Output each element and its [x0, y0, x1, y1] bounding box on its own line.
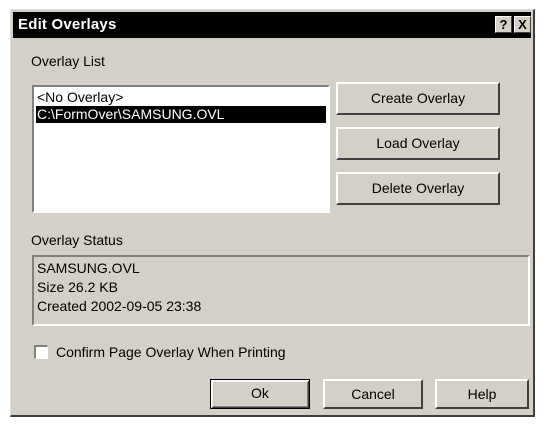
status-created: Created 2002-09-05 23:38 [37, 298, 202, 314]
overlay-status-box: SAMSUNG.OVL Size 26.2 KB Created 2002-09… [32, 255, 530, 326]
overlay-list-label: Overlay List [31, 53, 105, 69]
list-item-selected[interactable]: C:\FormOver\SAMSUNG.OVL [36, 106, 326, 123]
confirm-overlay-checkbox[interactable] [34, 345, 48, 359]
status-size: Size 26.2 KB [37, 279, 118, 295]
overlay-status-label: Overlay Status [31, 232, 123, 248]
cancel-button[interactable]: Cancel [323, 379, 423, 409]
create-overlay-button[interactable]: Create Overlay [336, 82, 500, 115]
load-overlay-button[interactable]: Load Overlay [336, 127, 500, 160]
overlay-listbox[interactable]: <No Overlay> C:\FormOver\SAMSUNG.OVL [32, 85, 330, 213]
ok-button[interactable]: Ok [210, 379, 310, 409]
status-filename: SAMSUNG.OVL [37, 260, 140, 276]
edit-overlays-dialog: Edit Overlays ? X Overlay List <No Overl… [10, 9, 535, 417]
delete-overlay-button[interactable]: Delete Overlay [336, 172, 500, 205]
help-icon[interactable]: ? [495, 16, 512, 33]
list-item[interactable]: <No Overlay> [36, 89, 326, 106]
close-icon[interactable]: X [514, 16, 531, 33]
confirm-overlay-label[interactable]: Confirm Page Overlay When Printing [56, 344, 286, 360]
help-button[interactable]: Help [435, 379, 529, 409]
dialog-title: Edit Overlays [18, 16, 117, 33]
title-bar[interactable]: Edit Overlays ? X [13, 12, 531, 38]
